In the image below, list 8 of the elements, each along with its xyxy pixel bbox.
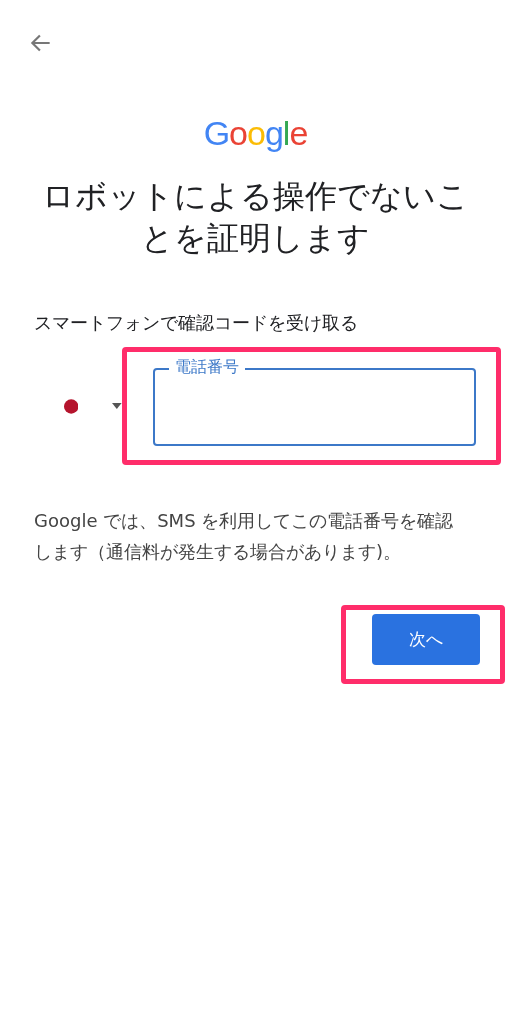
- phone-number-field[interactable]: 電話番号: [153, 356, 476, 446]
- subtitle: スマートフォンで確認コードを受け取る: [34, 311, 358, 335]
- google-logo: Google: [203, 114, 308, 153]
- flag-icon[interactable]: [64, 398, 79, 414]
- page-title: ロボットによる操作でないことを証明します: [41, 176, 470, 259]
- next-button[interactable]: 次へ: [372, 614, 480, 665]
- info-text: Google では、SMS を利用してこの電話番号を確認します（通信料が発生する場合があります)。: [34, 509, 455, 564]
- caret-icon[interactable]: [112, 403, 122, 409]
